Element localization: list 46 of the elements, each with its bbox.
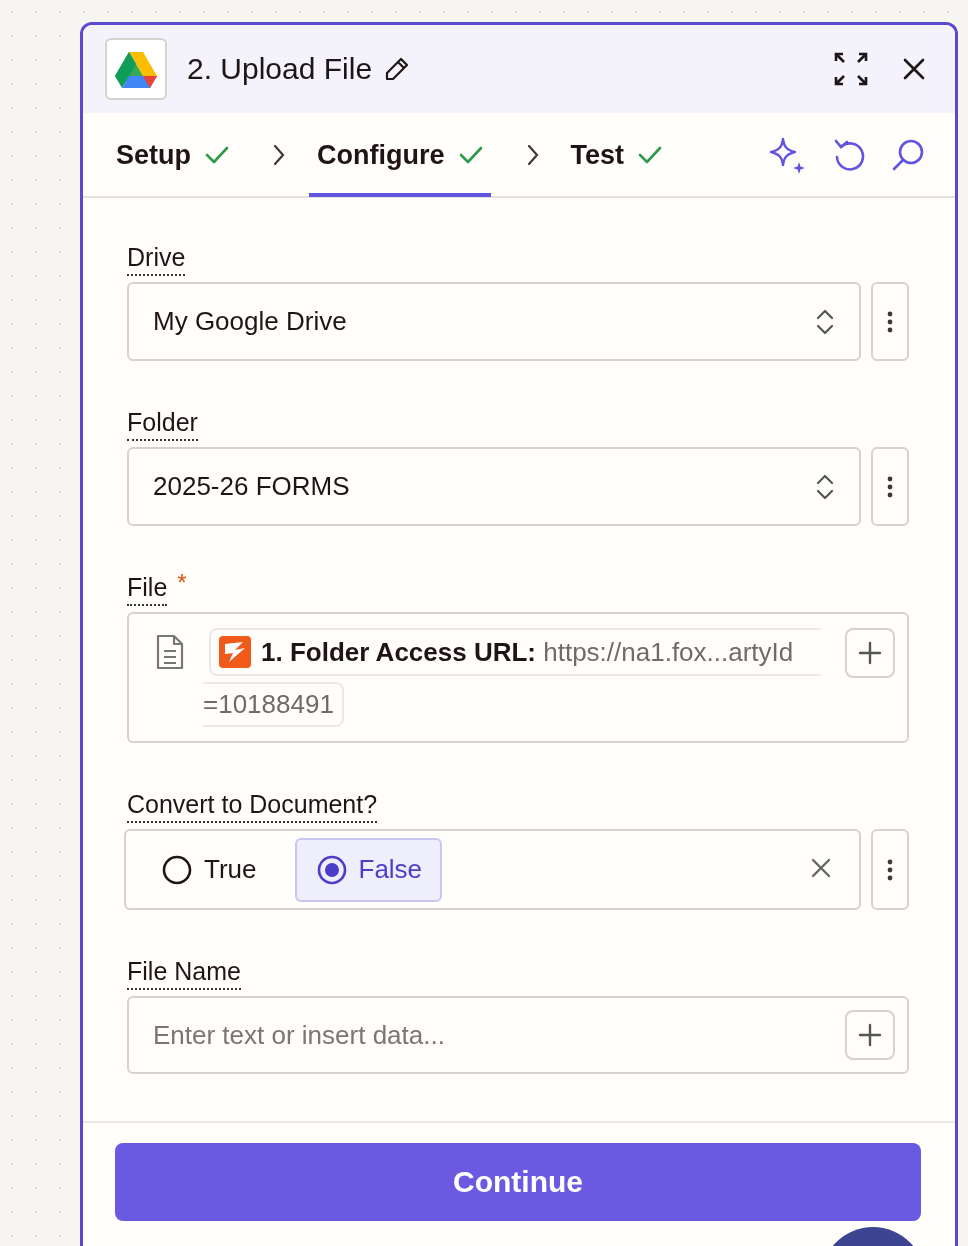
sparkle-icon [767,135,807,174]
radio-option[interactable]: True [134,837,279,902]
pencil-icon[interactable] [384,56,411,82]
undo-button[interactable] [833,137,865,172]
field-label: File Name [127,956,241,990]
close-icon [903,58,925,80]
more-icon [887,474,893,499]
text-input[interactable]: Enter text or insert data... [151,1018,845,1052]
step-tab[interactable]: Configure [309,113,491,197]
app-logo-icon [219,636,251,668]
undo-icon [833,137,865,172]
plus-icon [858,641,882,665]
radio-option[interactable]: False [294,837,443,902]
search-button[interactable] [891,137,925,172]
plus-icon [858,1023,882,1047]
select-dropdown[interactable]: 2025-26 FORMS [127,447,861,526]
step-title: 2. Upload File [187,52,373,86]
field-label: Drive [127,242,186,276]
insert-data-button[interactable] [845,628,895,678]
radio-checked-icon [316,854,347,885]
data-pill-text: =10188491 [203,682,344,727]
step-tab[interactable]: Test [562,113,671,197]
field-label: Folder [127,407,198,441]
search-icon [891,137,925,172]
radio-unchecked-icon [162,854,192,885]
required-asterisk: * [177,572,187,594]
more-icon [887,857,893,882]
close-button[interactable] [903,58,925,80]
expand-button[interactable] [833,51,869,87]
continue-button[interactable]: Continue [115,1143,921,1221]
ai-sparkle-button[interactable] [767,135,807,174]
drive-logo-icon [115,50,157,88]
document-icon [155,634,185,670]
data-pill[interactable]: 1. Folder Access URL: https://na1.fox...artyId [209,628,821,676]
chevron-right-icon [526,143,539,166]
insert-data-button[interactable] [845,1010,895,1060]
clear-icon[interactable] [811,857,831,878]
step-tab[interactable]: Setup [108,113,237,197]
file-input[interactable]: 1. Folder Access URL: https://na1.fox...artyId =10188491 [127,612,909,743]
expand-icon [833,51,869,87]
field-label: Convert to Document? [127,789,378,823]
select-dropdown[interactable]: My Google Drive [127,282,861,361]
chevron-right-icon [273,143,285,166]
field-label: File [127,572,168,606]
text-field[interactable]: Enter text or insert data... [127,996,909,1074]
more-icon [887,309,893,334]
